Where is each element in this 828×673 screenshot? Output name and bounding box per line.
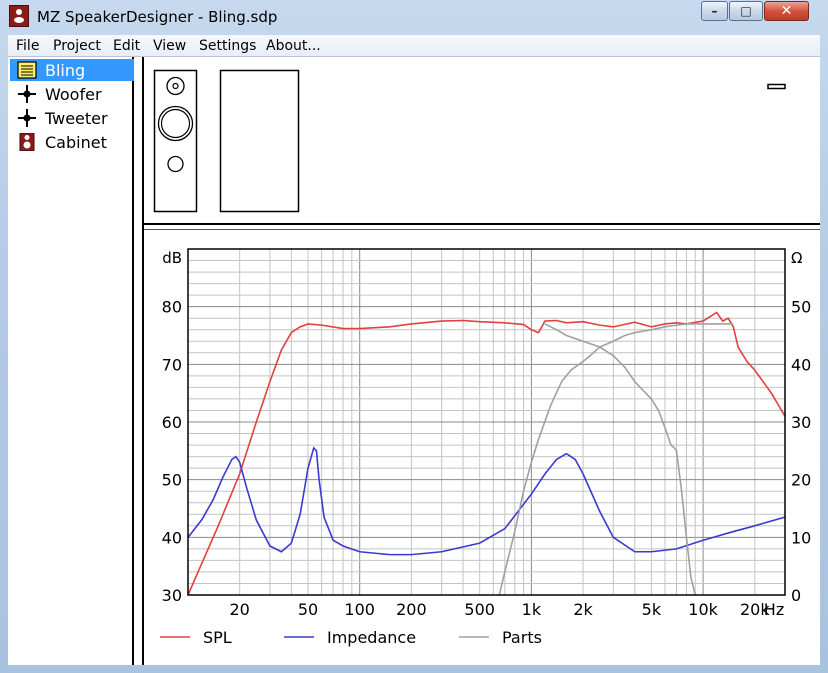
tree-item-label: Tweeter <box>45 109 108 128</box>
port-circle <box>167 155 184 173</box>
y-right-tick-label: 0 <box>791 586 801 605</box>
tree-item-cabinet[interactable]: Cabinet <box>10 131 134 153</box>
speaker-app-icon <box>9 5 29 27</box>
chart-legend: SPL Impedance Parts <box>160 628 542 647</box>
x-tick-label: 10k <box>688 600 718 619</box>
tree-item-bling[interactable]: Bling <box>10 59 134 81</box>
frequency-response-chart: 30 40 50 60 70 80 dB 0 10 20 30 40 50 Ω 20 50 100 200 500 1… <box>160 248 811 647</box>
menu-project[interactable]: Project <box>53 38 101 54</box>
tree-item-woofer[interactable]: Woofer <box>10 83 134 105</box>
menu-edit[interactable]: Edit <box>113 38 140 54</box>
x-tick-label: 100 <box>344 600 375 619</box>
document-icon <box>17 61 37 79</box>
cabinet-preview <box>144 57 820 225</box>
y-right-tick-label: 10 <box>791 528 811 547</box>
title-bar[interactable]: MZ SpeakerDesigner - Bling.sdp – □ ✕ <box>0 0 828 34</box>
y-right-tick-label: 50 <box>791 298 811 317</box>
woofer-cone <box>160 108 191 139</box>
menu-view[interactable]: View <box>153 38 186 54</box>
project-tree: Bling Woofer Tweeter Cabinet <box>8 57 134 665</box>
response-plot: 30 40 50 60 70 80 dB 0 10 20 30 40 50 Ω 20 50 100 200 500 1… <box>144 230 820 665</box>
y-right-tick-label: 30 <box>791 413 811 432</box>
woofer-circle <box>157 105 194 142</box>
y-left-tick-label: 50 <box>162 471 182 490</box>
y-left-tick-label: 80 <box>162 298 182 317</box>
legend-label-parts: Parts <box>502 628 542 647</box>
menu-about[interactable]: About... <box>266 38 321 54</box>
x-unit-label: Hz <box>764 600 784 619</box>
cabinet-icon <box>19 133 35 151</box>
tree-item-tweeter[interactable]: Tweeter <box>10 107 134 129</box>
driver-node-icon <box>18 109 36 127</box>
legend-label-spl: SPL <box>203 628 232 647</box>
client-area: Bling Woofer Tweeter Cabinet 30 40 50 60… <box>8 57 820 665</box>
maximize-button[interactable]: □ <box>729 1 763 21</box>
close-button[interactable]: ✕ <box>764 1 809 21</box>
app-window: MZ SpeakerDesigner - Bling.sdp – □ ✕ Fil… <box>0 0 828 673</box>
y-right-tick-label: 20 <box>791 471 811 490</box>
scale-marker <box>767 83 786 90</box>
y-left-unit-label: dB <box>162 249 182 267</box>
menu-settings[interactable]: Settings <box>199 38 256 54</box>
y-left-tick-label: 60 <box>162 413 182 432</box>
cabinet-drawing <box>153 69 786 213</box>
maximize-icon: □ <box>740 4 752 18</box>
close-icon: ✕ <box>780 3 793 19</box>
x-tick-label: 2k <box>573 600 593 619</box>
minimize-icon: – <box>711 4 718 18</box>
tweeter-circle <box>166 76 185 96</box>
minimize-button[interactable]: – <box>701 1 728 21</box>
x-tick-label: 200 <box>396 600 427 619</box>
x-tick-label: 20 <box>230 600 250 619</box>
y-left-tick-label: 30 <box>162 586 182 605</box>
x-tick-label: 1k <box>522 600 542 619</box>
menu-bar: File Project Edit View Settings About... <box>8 35 820 57</box>
window-title: MZ SpeakerDesigner - Bling.sdp <box>37 8 278 26</box>
y-left-tick-label: 40 <box>162 528 182 547</box>
x-tick-label: 5k <box>642 600 662 619</box>
y-left-tick-label: 70 <box>162 355 182 374</box>
legend-label-impedance: Impedance <box>327 628 416 647</box>
menu-file[interactable]: File <box>16 38 39 54</box>
tree-item-label: Woofer <box>45 85 102 104</box>
y-right-tick-label: 40 <box>791 355 811 374</box>
x-tick-label: 500 <box>464 600 495 619</box>
driver-node-icon <box>18 85 36 103</box>
tree-item-label: Cabinet <box>45 133 107 152</box>
x-tick-label: 50 <box>298 600 318 619</box>
tweeter-dome <box>172 82 179 90</box>
cabinet-side-view <box>219 69 300 213</box>
tree-item-label: Bling <box>45 61 86 80</box>
horizontal-divider <box>144 223 820 225</box>
y-right-unit-label: Ω <box>791 249 802 267</box>
